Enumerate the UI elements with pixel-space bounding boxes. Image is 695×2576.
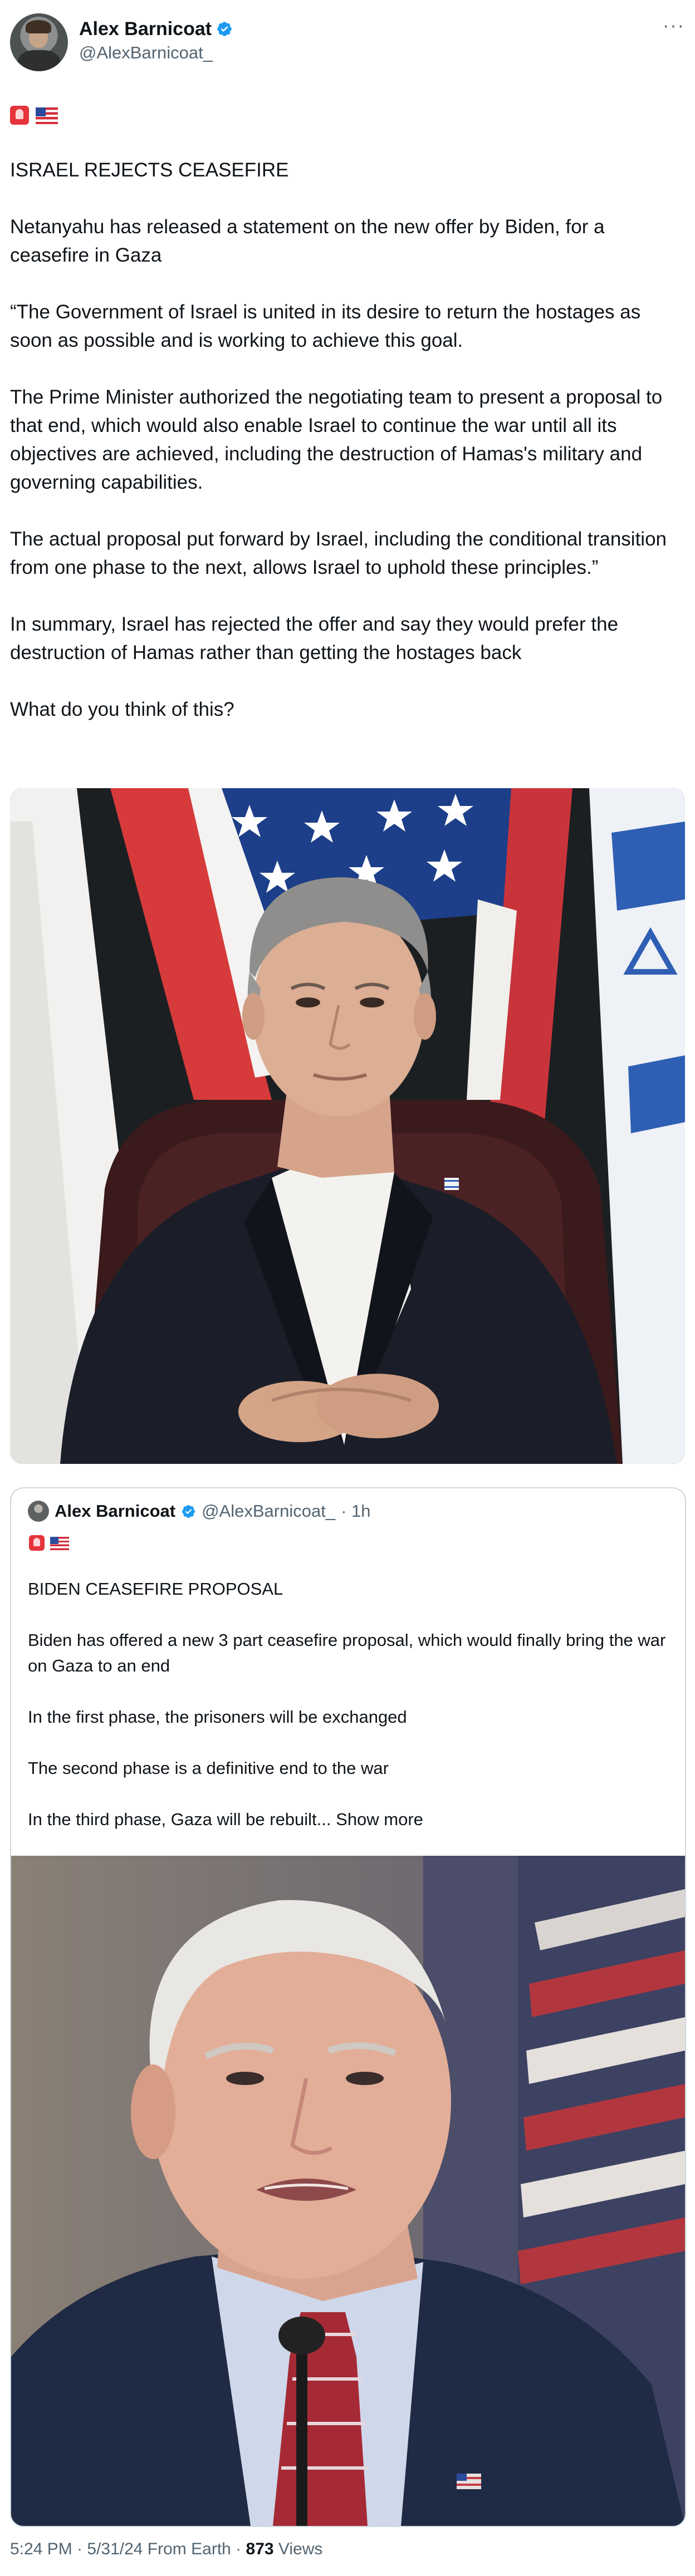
tweet-page: Alex Barnicoat @AlexBarnicoat_ ··· ISRAE… (0, 0, 695, 2576)
us-flag-emoji (50, 1537, 69, 1550)
author-name[interactable]: Alex Barnicoat (79, 18, 212, 40)
tweet-footer: 5:24 PM · 5/31/24 From Earth · 873 Views (10, 2538, 322, 2560)
verified-badge-icon (217, 22, 232, 36)
tweet-photo-netanyahu[interactable] (10, 788, 685, 1464)
tweet-timestamp[interactable]: 5:24 PM · 5/31/24 From Earth · (10, 2540, 241, 2558)
police-light-emoji (29, 1535, 45, 1551)
verified-badge-icon (182, 1505, 195, 1518)
netanyahu-photo-illustration (10, 788, 685, 1464)
more-options-icon[interactable]: ··· (663, 16, 685, 35)
tweet-header: Alex Barnicoat @AlexBarnicoat_ ··· (10, 10, 685, 72)
author-avatar[interactable] (10, 13, 68, 71)
quoted-tweet-time: · 1h (341, 1501, 371, 1521)
quoted-tweet-photo-biden[interactable] (11, 1856, 685, 2526)
views-label: Views (278, 2540, 323, 2558)
emoji-row (10, 106, 58, 125)
quoted-tweet[interactable]: Alex Barnicoat @AlexBarnicoat_ · 1h BIDE… (10, 1487, 686, 2527)
quoted-emoji-row (29, 1535, 69, 1551)
quoted-author-name: Alex Barnicoat (55, 1501, 176, 1521)
tweet-text: ISRAEL REJECTS CEASEFIRE Netanyahu has r… (10, 159, 667, 720)
quoted-author-avatar (28, 1501, 49, 1522)
author-name-row: Alex Barnicoat (79, 18, 233, 40)
show-more-link[interactable]: Show more (336, 1810, 423, 1829)
biden-photo-illustration (11, 1856, 685, 2526)
quoted-tweet-header: Alex Barnicoat @AlexBarnicoat_ · 1h (28, 1501, 370, 1522)
views-count: 873 (246, 2540, 274, 2558)
quoted-author-handle: @AlexBarnicoat_ (202, 1501, 336, 1521)
us-flag-emoji (36, 107, 58, 124)
quoted-tweet-text: BIDEN CEASEFIRE PROPOSAL Biden has offer… (28, 1576, 668, 1832)
quoted-tweet-body: BIDEN CEASEFIRE PROPOSAL Biden has offer… (28, 1579, 666, 1829)
police-light-emoji (10, 106, 29, 125)
author-handle[interactable]: @AlexBarnicoat_ (79, 42, 213, 63)
